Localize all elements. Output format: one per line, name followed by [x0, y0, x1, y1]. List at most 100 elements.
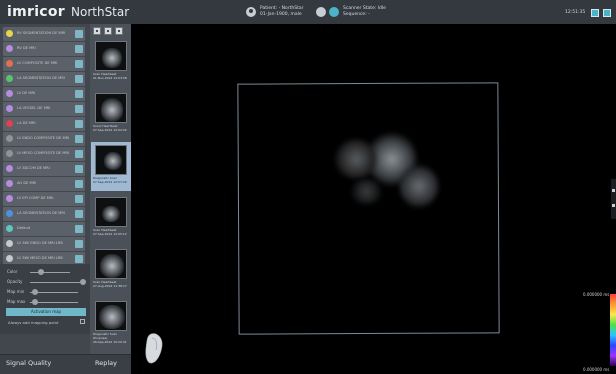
- map-color-dot: [6, 180, 13, 187]
- map-list-item[interactable]: RV SEGMENTATION DE MRI: [3, 27, 85, 41]
- map-item-label: AO DE MRI: [17, 181, 37, 185]
- series-item[interactable]: Scan Heartbeat 01-Nov-2022 12:03:58: [91, 38, 131, 87]
- viewport-edge-control[interactable]: [611, 179, 616, 219]
- fullscreen-icon[interactable]: [603, 9, 611, 17]
- series-item[interactable]: Diagnostic Scan (Purpose) 26-Sep-2022 10:…: [91, 298, 131, 347]
- activation-map-button[interactable]: Activation map: [6, 308, 86, 316]
- status-icon[interactable]: [329, 7, 339, 17]
- map-color-dot: [6, 240, 13, 247]
- eye-icon[interactable]: [75, 150, 83, 158]
- colorbar: [610, 294, 616, 366]
- mri-slice-image: [238, 83, 498, 333]
- map-list-item[interactable]: LA SEGMENTATION DE MRI: [3, 207, 85, 221]
- top-bar: imricor NorthStar Patient: - NorthStar 0…: [0, 0, 616, 24]
- map-color-dot: [6, 135, 13, 142]
- map-list-item[interactable]: RV DE MRI: [3, 42, 85, 56]
- map-item-label: LV MESO COMPOSITE DE MRI: [17, 151, 69, 155]
- signal-quality-title: Signal Quality: [6, 359, 52, 367]
- map-max-label: Map max: [7, 299, 26, 304]
- eye-icon[interactable]: [75, 135, 83, 143]
- map-list-item[interactable]: LV ENDO COMPOSITE DE MRI: [3, 132, 85, 146]
- eye-icon[interactable]: [75, 30, 83, 38]
- eye-icon[interactable]: [75, 180, 83, 188]
- map-color-dot: [6, 30, 13, 37]
- opacity-slider-handle[interactable]: [80, 279, 86, 285]
- map-color-dot: [6, 120, 13, 127]
- eye-icon[interactable]: [75, 90, 83, 98]
- series-date: 27-Aug-2022 11:38:17: [93, 283, 127, 288]
- product-name: NorthStar: [71, 5, 130, 19]
- map-list-item[interactable]: LA DE MRI: [3, 117, 85, 131]
- map-item-label: LV ENDO COMPOSITE DE MRI: [17, 136, 69, 140]
- eye-icon[interactable]: [75, 165, 83, 173]
- series-date: 27-Sep-2022 12:04:32: [93, 127, 127, 132]
- orientation-heart-icon[interactable]: [143, 330, 167, 366]
- always-add-checkbox[interactable]: [80, 319, 85, 324]
- eye-icon[interactable]: [75, 105, 83, 113]
- map-item-label: Default: [17, 226, 31, 230]
- eye-icon[interactable]: [75, 210, 83, 218]
- map-list-item[interactable]: LV 3DCOM DE MRI: [3, 162, 85, 176]
- map-list-item[interactable]: LV 3Wl ENDO DE MRI LRB: [3, 237, 85, 251]
- series-item[interactable]: Diagnostic Scan 27-Sep-2022 12:07:29: [91, 142, 131, 191]
- series-item[interactable]: Scout Heartbeat 27-Sep-2022 12:04:32: [91, 90, 131, 139]
- opacity-slider[interactable]: [30, 282, 80, 283]
- map-list-item[interactable]: LV MESO COMPOSITE DE MRI: [3, 147, 85, 161]
- eye-icon[interactable]: [75, 240, 83, 248]
- patient-icon[interactable]: [246, 7, 256, 17]
- series-view-icon[interactable]: [93, 27, 101, 35]
- series-panel: Scan Heartbeat 01-Nov-2022 12:03:58 Scout …: [90, 24, 131, 374]
- series-thumbnail: [95, 145, 127, 175]
- scanner-icon[interactable]: [316, 7, 326, 17]
- eye-icon[interactable]: [75, 195, 83, 203]
- map-color-dot: [6, 105, 13, 112]
- color-slider[interactable]: [30, 272, 70, 273]
- series-thumbnail: [95, 41, 127, 71]
- map-item-label: LA SEGMENTATION DE MRI: [17, 76, 65, 80]
- series-item[interactable]: Scan Heartbeat 27-Aug-2022 11:38:17: [91, 246, 131, 295]
- app-logo: imricor: [7, 4, 66, 20]
- map-color-dot: [6, 255, 13, 262]
- map-min-label: Map min: [7, 289, 25, 294]
- map-item-label: LA SEGMENTATION DE MRI: [17, 211, 65, 215]
- map-item-label: LA DE MRI: [17, 121, 36, 125]
- map-color-dot: [6, 90, 13, 97]
- map-list-item[interactable]: Default: [3, 222, 85, 236]
- mri-slice-frame[interactable]: [237, 82, 500, 335]
- eye-icon[interactable]: [75, 225, 83, 233]
- map-color-dot: [6, 210, 13, 217]
- map-list-item[interactable]: LA SEGMENTATION DE MRI: [3, 72, 85, 86]
- map-list-item[interactable]: LV EPI COMP DE MRI: [3, 192, 85, 206]
- series-item[interactable]: Scan Heartbeat 27-Sep-2022 12:05:12: [91, 194, 131, 243]
- map-item-label: RV SEGMENTATION DE MRI: [17, 31, 66, 35]
- scanner-info: Scanner State: Idle Sequence: -: [343, 6, 386, 17]
- map-max-handle[interactable]: [32, 299, 38, 305]
- color-slider-handle[interactable]: [38, 269, 44, 275]
- eye-icon[interactable]: [75, 120, 83, 128]
- map-item-label: LV EPI COMP DE MRI: [17, 196, 54, 200]
- map-list-item[interactable]: LA VESSEL DE MRI: [3, 102, 85, 116]
- map-color-dot: [6, 225, 13, 232]
- series-list-icon[interactable]: [115, 27, 123, 35]
- patient-dob: 01-Jan-1900, male: [260, 11, 302, 17]
- map-list-item[interactable]: LV COMPOSITE DE MRI: [3, 57, 85, 71]
- map-item-label: LV 3Wl MESO DE MRI LRB: [17, 256, 63, 260]
- eye-icon[interactable]: [75, 75, 83, 83]
- replay-title: Replay: [95, 359, 117, 367]
- image-viewport[interactable]: 0.000000 ms 0.000000 ms: [131, 24, 616, 374]
- series-grid-icon[interactable]: [104, 27, 112, 35]
- map-color-dot: [6, 45, 13, 52]
- eye-icon[interactable]: [75, 60, 83, 68]
- map-min-handle[interactable]: [32, 289, 38, 295]
- replay-panel[interactable]: Replay: [90, 354, 131, 374]
- patient-name: Patient: - NorthStar: [260, 6, 304, 11]
- layout-icon[interactable]: [591, 9, 599, 17]
- always-add-label: Always add mapping point: [8, 320, 59, 325]
- scanner-state: Scanner State: Idle: [343, 6, 386, 11]
- series-caption: Diagnostic Scan 27-Sep-2022 12:07:29: [93, 177, 130, 185]
- map-list-item[interactable]: AO DE MRI: [3, 177, 85, 191]
- eye-icon[interactable]: [75, 45, 83, 53]
- eye-icon[interactable]: [75, 255, 83, 263]
- signal-quality-panel[interactable]: Signal Quality: [0, 354, 90, 374]
- map-list-item[interactable]: LV DE MRI: [3, 87, 85, 101]
